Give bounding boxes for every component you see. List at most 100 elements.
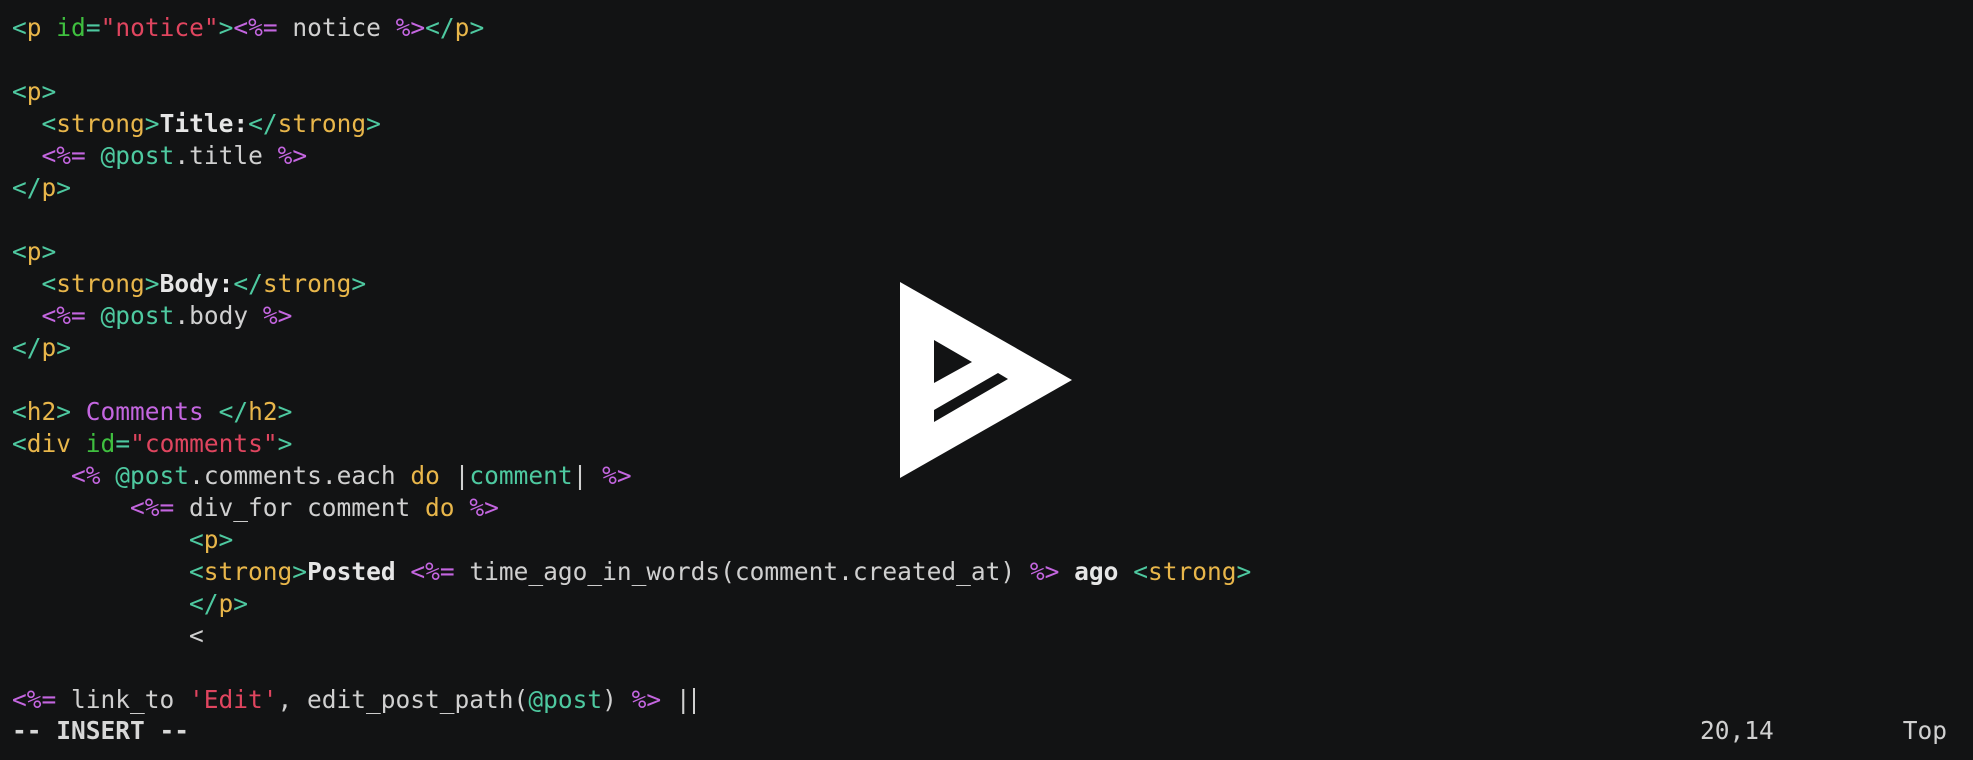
code-token: id [85, 429, 116, 458]
code-token: %> [631, 685, 662, 714]
code-token: > [56, 173, 72, 202]
code-token: strong [262, 269, 352, 298]
code-token: <%= [41, 301, 86, 330]
code-token: .comments.each [189, 461, 411, 490]
code-token: < [1133, 557, 1148, 586]
code-token: <%= [130, 493, 175, 522]
code-token: %> [395, 13, 426, 42]
code-line[interactable] [12, 44, 1962, 76]
code-token: <% [71, 461, 101, 490]
code-token: < [189, 525, 204, 554]
code-token: p [26, 237, 42, 266]
code-token: </ [233, 269, 263, 298]
code-token: "notice" [100, 13, 219, 42]
code-line[interactable]: </p> [12, 172, 1962, 204]
code-line[interactable] [12, 652, 1962, 684]
code-token: p [454, 13, 470, 42]
code-token: ) [602, 685, 632, 714]
code-line[interactable]: <p> [12, 236, 1962, 268]
code-line[interactable]: <strong>Title:</strong> [12, 108, 1962, 140]
code-line[interactable]: <p> [12, 524, 1962, 556]
cursor-position: 20,14 [1700, 716, 1774, 745]
code-token: p [218, 589, 234, 618]
code-token: %> [469, 493, 499, 522]
code-line[interactable]: <%= link_to 'Edit', edit_post_path(@post… [12, 684, 1962, 716]
code-line[interactable] [12, 204, 1962, 236]
code-token: %> [602, 461, 632, 490]
code-token: </ [218, 397, 249, 426]
code-token: p [41, 333, 57, 362]
scroll-position: Top [1902, 716, 1947, 745]
code-token: @post [528, 685, 603, 714]
code-token: > [41, 237, 57, 266]
code-token: > [277, 397, 293, 426]
play-icon[interactable] [900, 282, 1072, 478]
code-line[interactable]: <p id="notice"><%= notice %></p> [12, 12, 1962, 44]
code-token: > [144, 269, 160, 298]
code-token: @post [100, 301, 175, 330]
code-token: < [12, 429, 27, 458]
code-token: < [41, 109, 57, 138]
code-token: do [425, 493, 455, 522]
code-token: @post [100, 141, 175, 170]
code-token: strong [203, 557, 293, 586]
code-token: strong [56, 109, 145, 138]
code-line[interactable]: <%= @post.title %> [12, 140, 1962, 172]
mode-indicator: -- INSERT -- [12, 716, 190, 745]
code-token: < [41, 269, 57, 298]
code-token: > [1236, 557, 1252, 586]
code-token: > [41, 77, 57, 106]
code-token: div_for comment [174, 493, 426, 522]
code-line[interactable]: </p> [12, 588, 1962, 620]
code-token: strong [277, 109, 367, 138]
code-token: > [366, 109, 381, 138]
code-token: <%= [233, 13, 278, 42]
code-token: </ [189, 589, 219, 618]
code-line[interactable]: <strong>Posted <%= time_ago_in_words(com… [12, 556, 1962, 588]
code-token: h2 [248, 397, 278, 426]
code-token: > [218, 13, 234, 42]
code-token: = [115, 429, 131, 458]
code-token: </ [12, 333, 42, 362]
code-token: > [218, 525, 234, 554]
code-token: <%= [410, 557, 455, 586]
code-token: <%= [41, 141, 86, 170]
code-token: </ [12, 173, 42, 202]
code-token: comment [469, 461, 573, 490]
code-token: "comments" [130, 429, 278, 458]
code-token: time_ago_in_words(comment.created_at) [454, 557, 1030, 586]
code-token: %> [1029, 557, 1060, 586]
code-token: < [189, 621, 204, 650]
code-line[interactable]: < [12, 620, 1962, 652]
code-token: %> [277, 141, 308, 170]
code-token: | [439, 461, 470, 490]
code-token: id [56, 13, 86, 42]
code-token: ago [1074, 557, 1119, 586]
code-token: Title: [159, 109, 249, 138]
code-token: | [572, 461, 603, 490]
code-token: Posted [307, 557, 396, 586]
code-token: strong [1147, 557, 1237, 586]
code-token: .title [174, 141, 278, 170]
code-token: = [85, 13, 101, 42]
code-line[interactable]: <%= div_for comment do %> [12, 492, 1962, 524]
code-token: Comments [71, 397, 219, 426]
code-token: > [144, 109, 160, 138]
code-token: 'Edit' [189, 685, 278, 714]
code-line[interactable]: <p> [12, 76, 1962, 108]
code-token: strong [56, 269, 145, 298]
text-cursor [692, 688, 695, 714]
code-token: .body [174, 301, 263, 330]
